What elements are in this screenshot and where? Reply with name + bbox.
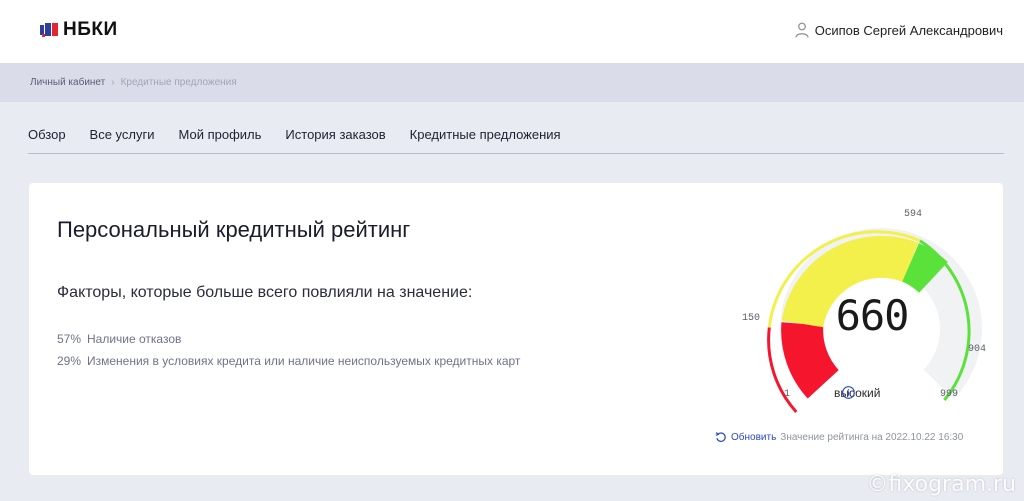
factor-percent: 57% — [57, 332, 82, 346]
user-name: Осипов Сергей Александрович — [814, 22, 1003, 38]
logo-text: НБКИ — [63, 19, 118, 40]
factor-text: Изменения в условиях кредита или наличие… — [87, 354, 521, 368]
tab-all-services[interactable]: Все услуги — [90, 127, 155, 153]
tick-label: 1 — [784, 389, 791, 400]
rating-level: высокий — [834, 386, 880, 400]
factors-heading: Факторы, которые больше всего повлияли н… — [57, 284, 473, 301]
main-nav: Обзор Все услуги Мой профиль История зак… — [28, 127, 1004, 154]
info-icon[interactable] — [842, 386, 855, 399]
breadcrumb: Личный кабинет › Кредитные предложения — [0, 63, 1024, 102]
rating-timestamp: Значение рейтинга на 2022.10.22 16:30 — [780, 431, 964, 443]
page-title: Персональный кредитный рейтинг — [57, 217, 411, 242]
nbki-logo[interactable]: НБКИ — [40, 19, 118, 41]
refresh-button[interactable]: Обновить — [731, 432, 776, 443]
tab-overview[interactable]: Обзор — [28, 127, 66, 153]
factor-text: Наличие отказов — [87, 332, 182, 346]
tick-label: 594 — [904, 209, 923, 220]
refresh-icon[interactable] — [715, 431, 727, 443]
factor-item: 57% Наличие отказов — [57, 331, 577, 347]
user-profile-link[interactable]: Осипов Сергей Александрович — [795, 22, 1003, 38]
rating-score: 660 — [835, 291, 910, 340]
tab-order-history[interactable]: История заказов — [285, 127, 385, 153]
tick-label: 904 — [968, 344, 987, 355]
top-header: НБКИ Осипов Сергей Александрович — [0, 0, 1024, 63]
tab-credit-offers[interactable]: Кредитные предложения — [410, 127, 561, 153]
factor-percent: 29% — [57, 354, 82, 368]
logo-mark-icon — [40, 23, 59, 37]
credit-rating-card: Персональный кредитный рейтинг Факторы, … — [29, 183, 1003, 475]
factor-item: 29% Изменения в условиях кредита или нал… — [57, 353, 577, 369]
rating-level-label: высокий — [834, 386, 881, 400]
user-icon — [795, 22, 809, 38]
breadcrumb-separator: › — [111, 77, 115, 88]
tab-my-profile[interactable]: Мой профиль — [179, 127, 262, 153]
refresh-rating: Обновить Значение рейтинга на 2022.10.22… — [715, 431, 963, 443]
watermark: ©fixogram.ru — [866, 472, 1016, 497]
breadcrumb-home-link[interactable]: Личный кабинет — [30, 77, 105, 88]
tick-label: 999 — [940, 389, 959, 400]
rating-gauge: 660 594 150 904 1 999 высокий — [709, 203, 1003, 433]
gauge-green-segment — [901, 243, 948, 294]
tick-label: 150 — [742, 313, 761, 324]
breadcrumb-current: Кредитные предложения — [120, 77, 237, 88]
